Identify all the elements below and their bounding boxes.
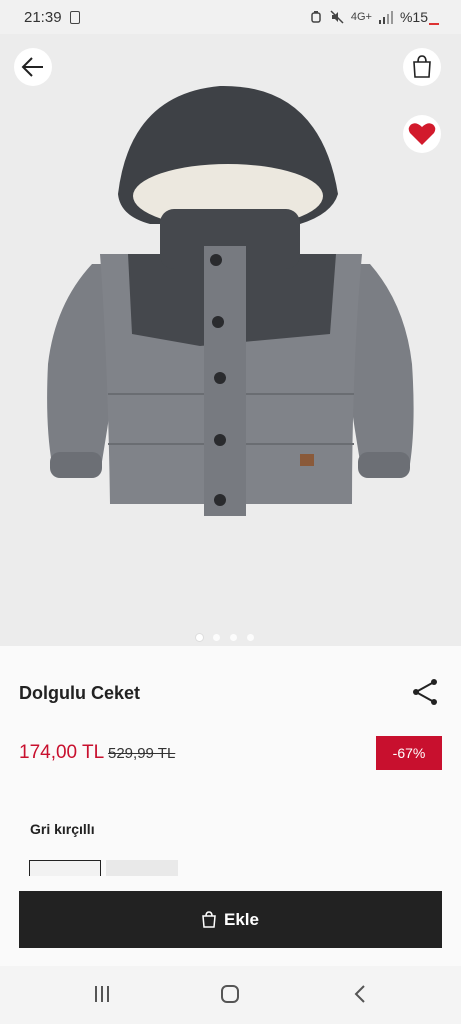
nav-back-icon <box>354 985 365 1003</box>
current-price: 174,00 TL <box>19 742 105 763</box>
pagination-dot[interactable] <box>213 634 220 641</box>
add-to-bag-button[interactable]: Ekle <box>19 891 442 948</box>
share-icon <box>413 679 437 705</box>
status-left: 21:39 <box>24 9 80 26</box>
signal-icon <box>378 10 393 24</box>
discount-badge: -67% <box>376 736 442 770</box>
shopping-bag-button[interactable] <box>403 48 441 86</box>
battery-level: %15 <box>400 9 439 25</box>
status-bar: 21:39 4G+ %15 <box>0 0 461 34</box>
home-icon <box>221 985 239 1003</box>
pagination-dot[interactable] <box>247 634 254 641</box>
battery-text: %15 <box>399 9 428 25</box>
shopping-bag-icon <box>413 55 431 78</box>
pagination-dot[interactable] <box>230 634 237 641</box>
status-right: 4G+ %15 <box>309 9 439 25</box>
network-type: 4G+ <box>350 11 372 23</box>
favorite-button[interactable] <box>403 115 441 153</box>
system-back-button[interactable] <box>338 976 382 1012</box>
share-button[interactable] <box>408 676 442 708</box>
product-title: Dolgulu Ceket <box>19 683 141 703</box>
sim-icon <box>69 10 80 24</box>
battery-low-icon <box>429 23 439 25</box>
back-button[interactable] <box>14 48 52 86</box>
mute-icon <box>330 10 344 24</box>
recent-apps-button[interactable] <box>80 976 124 1012</box>
color-swatch[interactable] <box>106 860 178 876</box>
add-label: Ekle <box>224 909 259 929</box>
jacket-image <box>47 85 414 516</box>
color-swatch-selected[interactable] <box>29 860 101 876</box>
old-price: 529,99 TL <box>108 745 176 762</box>
home-button[interactable] <box>208 976 252 1012</box>
status-time: 21:39 <box>24 8 62 26</box>
recent-apps-icon <box>95 986 109 1002</box>
heart-icon <box>408 123 436 145</box>
image-pagination <box>196 634 254 641</box>
color-name: Gri kırçıllı <box>30 821 95 837</box>
arrow-left-icon <box>21 57 43 77</box>
pagination-dot[interactable] <box>196 634 203 641</box>
alarm-icon <box>311 11 321 23</box>
bag-icon <box>202 911 216 928</box>
product-image[interactable] <box>0 34 461 646</box>
